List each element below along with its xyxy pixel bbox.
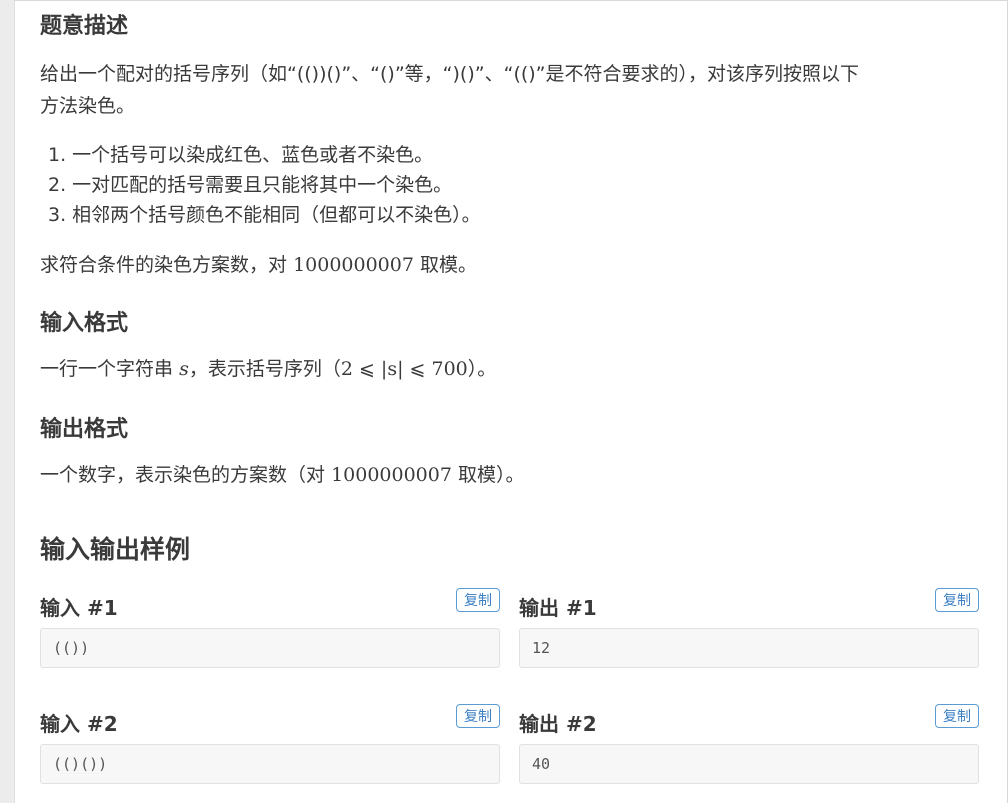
input-middle: ，表示括号序列（ bbox=[188, 358, 341, 380]
sample-input-2-title: 输入 #2 bbox=[40, 712, 118, 736]
heading-description: 题意描述 bbox=[40, 14, 129, 39]
sample-output-1-code[interactable]: 12 bbox=[519, 628, 979, 668]
top-border bbox=[14, 0, 1008, 1]
output-prefix: 一个数字，表示染色的方案数（对 bbox=[40, 464, 326, 486]
task-suffix: 取模。 bbox=[420, 254, 478, 276]
output-suffix: 取模）。 bbox=[458, 464, 525, 486]
heading-input-format: 输入格式 bbox=[40, 311, 129, 336]
input-prefix: 一行一个字符串 bbox=[40, 358, 174, 380]
copy-output-2-button[interactable]: 复制 bbox=[935, 704, 979, 728]
description-line-1: 给出一个配对的括号序列（如“(())()”、“()”等，“)()”、“(()”是… bbox=[40, 63, 860, 85]
copy-output-1-button[interactable]: 复制 bbox=[935, 588, 979, 612]
description-line-2: 方法染色。 bbox=[40, 95, 136, 117]
sample-input-1-title: 输入 #1 bbox=[40, 596, 118, 620]
input-suffix: ）。 bbox=[467, 358, 497, 380]
left-gutter bbox=[0, 0, 15, 803]
sample-output-1-title: 输出 #1 bbox=[519, 596, 597, 620]
rule-item-1: 1. 一个括号可以染成红色、蓝色或者不染色。 bbox=[48, 144, 434, 166]
sample-output-2-title: 输出 #2 bbox=[519, 712, 597, 736]
output-modulus: 1000000007 bbox=[331, 464, 452, 486]
sample-output-2-code[interactable]: 40 bbox=[519, 744, 979, 784]
sample-input-1-code[interactable]: (()) bbox=[40, 628, 500, 668]
rule-item-3: 3. 相邻两个括号颜色不能相同（但都可以不染色）。 bbox=[48, 204, 481, 226]
input-constraint: 2 ⩽ |s| ⩽ 700 bbox=[340, 358, 468, 380]
task-statement: 求符合条件的染色方案数，对 1000000007 取模。 bbox=[40, 249, 477, 281]
sample-input-2-code[interactable]: (()()) bbox=[40, 744, 500, 784]
input-var: s bbox=[179, 358, 189, 380]
task-prefix: 求符合条件的染色方案数，对 bbox=[40, 254, 288, 276]
heading-output-format: 输出格式 bbox=[40, 417, 129, 442]
rule-item-2: 2. 一对匹配的括号需要且只能将其中一个染色。 bbox=[48, 174, 453, 196]
heading-samples: 输入输出样例 bbox=[40, 535, 191, 564]
copy-input-1-button[interactable]: 复制 bbox=[456, 588, 500, 612]
task-modulus: 1000000007 bbox=[293, 254, 414, 276]
output-format-text: 一个数字，表示染色的方案数（对 1000000007 取模）。 bbox=[40, 459, 525, 491]
input-format-text: 一行一个字符串 s，表示括号序列（2 ⩽ |s| ⩽ 700）。 bbox=[40, 353, 496, 385]
copy-input-2-button[interactable]: 复制 bbox=[456, 704, 500, 728]
